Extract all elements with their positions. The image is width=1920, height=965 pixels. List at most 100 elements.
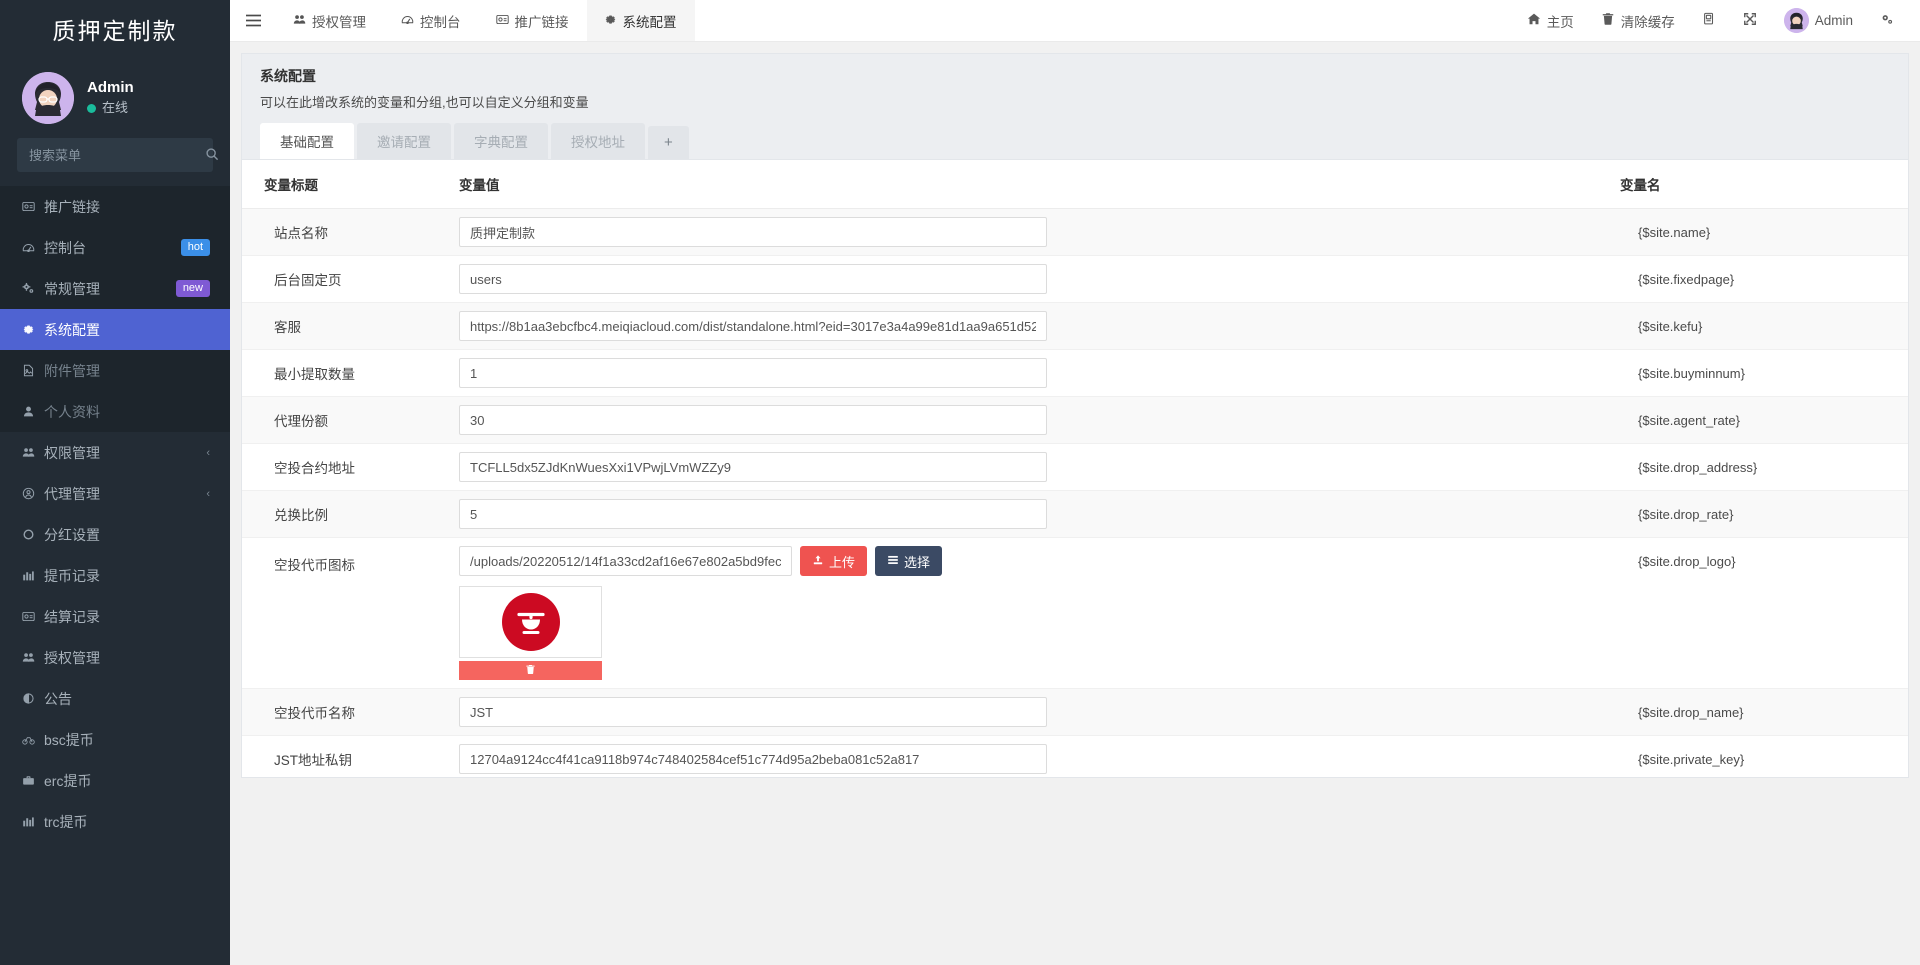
config-tab-1[interactable]: 基础配置 [260, 123, 354, 159]
upload-path-input[interactable] [459, 546, 792, 576]
sidebar-item-14[interactable]: bsc提币 [0, 719, 230, 760]
sidebar-user-panel[interactable]: Admin 在线 [0, 62, 230, 138]
row-variable-name: {$site.drop_address} [1620, 460, 1757, 475]
table-row: JST地址私钥{$site.private_key} [242, 736, 1908, 779]
sidebar-item-7[interactable]: 权限管理‹ [0, 432, 230, 473]
sidebar-item-2[interactable]: 控制台hot [0, 227, 230, 268]
row-value-input[interactable] [459, 452, 1047, 482]
contrast-icon [22, 692, 44, 705]
config-tabs: 基础配置邀请配置字典配置授权地址+ [260, 123, 1890, 159]
search-input[interactable] [29, 148, 205, 163]
choose-button[interactable]: 选择 [875, 546, 942, 576]
page-header: 系统配置 可以在此增改系统的变量和分组,也可以自定义分组和变量 基础配置邀请配置… [241, 53, 1909, 160]
row-value-input[interactable] [459, 264, 1047, 294]
row-label: 站点名称 [264, 226, 328, 241]
config-table-card: 变量标题 变量值 变量名 站点名称{$site.name}后台固定页{$site… [241, 160, 1909, 778]
row-label: 后台固定页 [264, 273, 342, 288]
topbar-action-label: Admin [1815, 13, 1853, 28]
topbar-action-6[interactable] [1868, 0, 1906, 42]
col-header-name: 变量名 [1608, 160, 1908, 209]
row-value-input[interactable] [459, 217, 1047, 247]
page-subtitle: 可以在此增改系统的变量和分组,也可以自定义分组和变量 [260, 92, 1890, 111]
row-value-input[interactable] [459, 744, 1047, 774]
sidebar-item-16[interactable]: trc提币 [0, 801, 230, 842]
sidebar-item-badge: hot [181, 239, 210, 256]
row-variable-name: {$site.buyminnum} [1620, 366, 1745, 381]
topbar-action-4[interactable] [1731, 0, 1769, 42]
sidebar: 质押定制款 Admin 在线 [0, 0, 230, 965]
row-value-input[interactable] [459, 405, 1047, 435]
sidebar-menu: 推广链接控制台hot常规管理new系统配置附件管理个人资料权限管理‹代理管理‹分… [0, 186, 230, 842]
row-label: 空投代币图标 [264, 558, 355, 573]
sidebar-item-15[interactable]: erc提币 [0, 760, 230, 801]
row-variable-name: {$site.fixedpage} [1620, 272, 1734, 287]
sidebar-item-9[interactable]: 分红设置 [0, 514, 230, 555]
sidebar-item-label: 授权管理 [44, 648, 230, 668]
table-row: 代理份额{$site.agent_rate} [242, 397, 1908, 444]
sidebar-item-label: 公告 [44, 689, 230, 709]
sidebar-item-12[interactable]: 授权管理 [0, 637, 230, 678]
row-value-input[interactable] [459, 697, 1047, 727]
table-row: 空投合约地址{$site.drop_address} [242, 444, 1908, 491]
user-circle-icon [22, 487, 44, 500]
topbar-action-5[interactable]: Admin [1772, 0, 1865, 42]
row-variable-name: {$site.drop_rate} [1620, 507, 1733, 522]
config-tab-2[interactable]: 邀请配置 [357, 123, 451, 159]
sidebar-item-13[interactable]: 公告 [0, 678, 230, 719]
content-area: 系统配置 可以在此增改系统的变量和分组,也可以自定义分组和变量 基础配置邀请配置… [230, 42, 1920, 965]
chart-icon [22, 569, 44, 582]
dashboard-icon [22, 241, 44, 254]
sidebar-search[interactable] [17, 138, 213, 172]
delete-image-button[interactable] [459, 661, 602, 680]
row-value-input[interactable] [459, 311, 1047, 341]
topbar-tab-4[interactable]: 系统配置 [587, 0, 695, 41]
sidebar-item-11[interactable]: 结算记录 [0, 596, 230, 637]
trash-icon [1601, 12, 1615, 29]
image-preview-wrap [459, 586, 602, 680]
add-tab-button[interactable]: + [648, 126, 689, 159]
users-icon [293, 13, 306, 29]
row-variable-name: {$site.name} [1620, 225, 1710, 240]
topbar-tab-3[interactable]: 推广链接 [479, 0, 587, 41]
sidebar-item-label: 推广链接 [44, 197, 230, 217]
topbar-tab-1[interactable]: 授权管理 [276, 0, 384, 41]
table-row: 后台固定页 {$site.fixedpage} [242, 256, 1908, 303]
search-icon[interactable] [205, 147, 219, 164]
config-tab-4[interactable]: 授权地址 [551, 123, 645, 159]
dashboard-icon [401, 13, 414, 29]
upload-button[interactable]: 上传 [800, 546, 867, 576]
upload-controls: 上传 选择 [459, 546, 1608, 576]
table-row: 空投代币名称{$site.drop_name} [242, 689, 1908, 736]
sidebar-item-badge: new [176, 280, 210, 297]
sidebar-item-1[interactable]: 推广链接 [0, 186, 230, 227]
sidebar-item-label: 结算记录 [44, 607, 230, 627]
table-row-upload: 空投代币图标 上传 选择 [242, 538, 1908, 689]
row-value-input[interactable] [459, 358, 1047, 388]
table-row: 兑换比例{$site.drop_rate} [242, 491, 1908, 538]
config-tab-3[interactable]: 字典配置 [454, 123, 548, 159]
sidebar-item-3[interactable]: 常规管理new [0, 268, 230, 309]
topbar-action-1[interactable]: 主页 [1515, 0, 1586, 42]
sidebar-item-8[interactable]: 代理管理‹ [0, 473, 230, 514]
table-row: 客服{$site.kefu} [242, 303, 1908, 350]
image-preview[interactable] [459, 586, 602, 658]
hamburger-icon[interactable] [230, 0, 276, 41]
upload-button-label: 上传 [829, 552, 855, 571]
page-title: 系统配置 [260, 66, 1890, 86]
row-value-input[interactable] [459, 499, 1047, 529]
app-brand-title: 质押定制款 [0, 0, 230, 62]
sidebar-item-5[interactable]: 附件管理 [0, 350, 230, 391]
sidebar-user-name: Admin [87, 78, 134, 98]
sidebar-item-label: 权限管理 [44, 443, 206, 463]
table-row: 站点名称 {$site.name} [242, 209, 1908, 256]
sidebar-item-10[interactable]: 提币记录 [0, 555, 230, 596]
sidebar-item-4[interactable]: 系统配置 [0, 309, 230, 350]
row-label: 客服 [264, 320, 301, 335]
topbar-tab-2[interactable]: 控制台 [384, 0, 479, 41]
col-header-value: 变量值 [447, 160, 1608, 209]
topbar-action-2[interactable]: 清除缓存 [1589, 0, 1687, 42]
home-icon [1527, 12, 1541, 29]
sidebar-item-6[interactable]: 个人资料 [0, 391, 230, 432]
topbar-action-3[interactable] [1690, 0, 1728, 42]
topbar-tab-label: 授权管理 [312, 11, 366, 31]
